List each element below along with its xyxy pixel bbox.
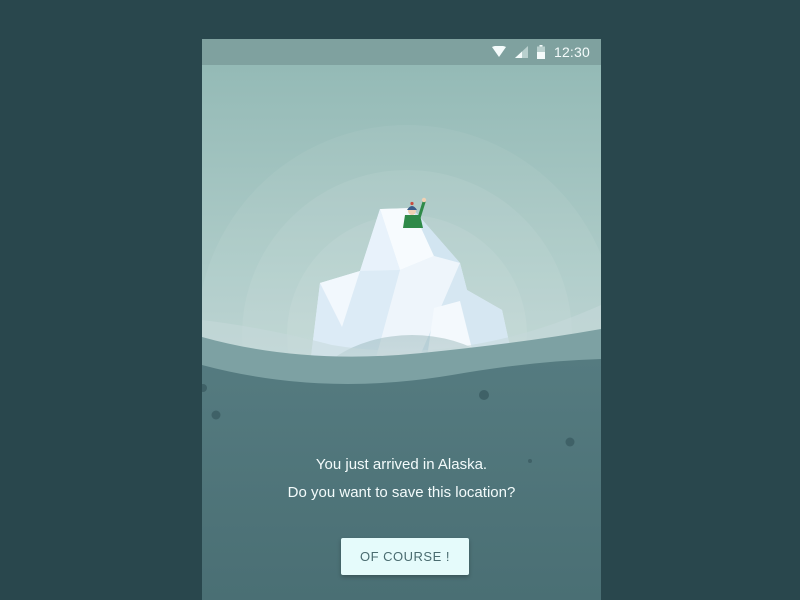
cell-signal-icon — [514, 44, 528, 60]
phone-screen: 12:30 You just arrived in Alaska. Do you… — [202, 39, 601, 600]
wifi-icon — [491, 44, 506, 60]
location-prompt: You just arrived in Alaska. Do you want … — [202, 451, 601, 507]
iceberg-illustration — [202, 65, 601, 600]
save-question: Do you want to save this location? — [287, 484, 516, 501]
battery-icon — [536, 44, 545, 60]
confirm-save-button[interactable]: OF COURSE ! — [341, 538, 469, 575]
arrival-text: You just arrived in Alaska. — [315, 456, 488, 473]
status-bar: 12:30 — [202, 39, 601, 65]
status-time: 12:30 — [553, 44, 590, 60]
